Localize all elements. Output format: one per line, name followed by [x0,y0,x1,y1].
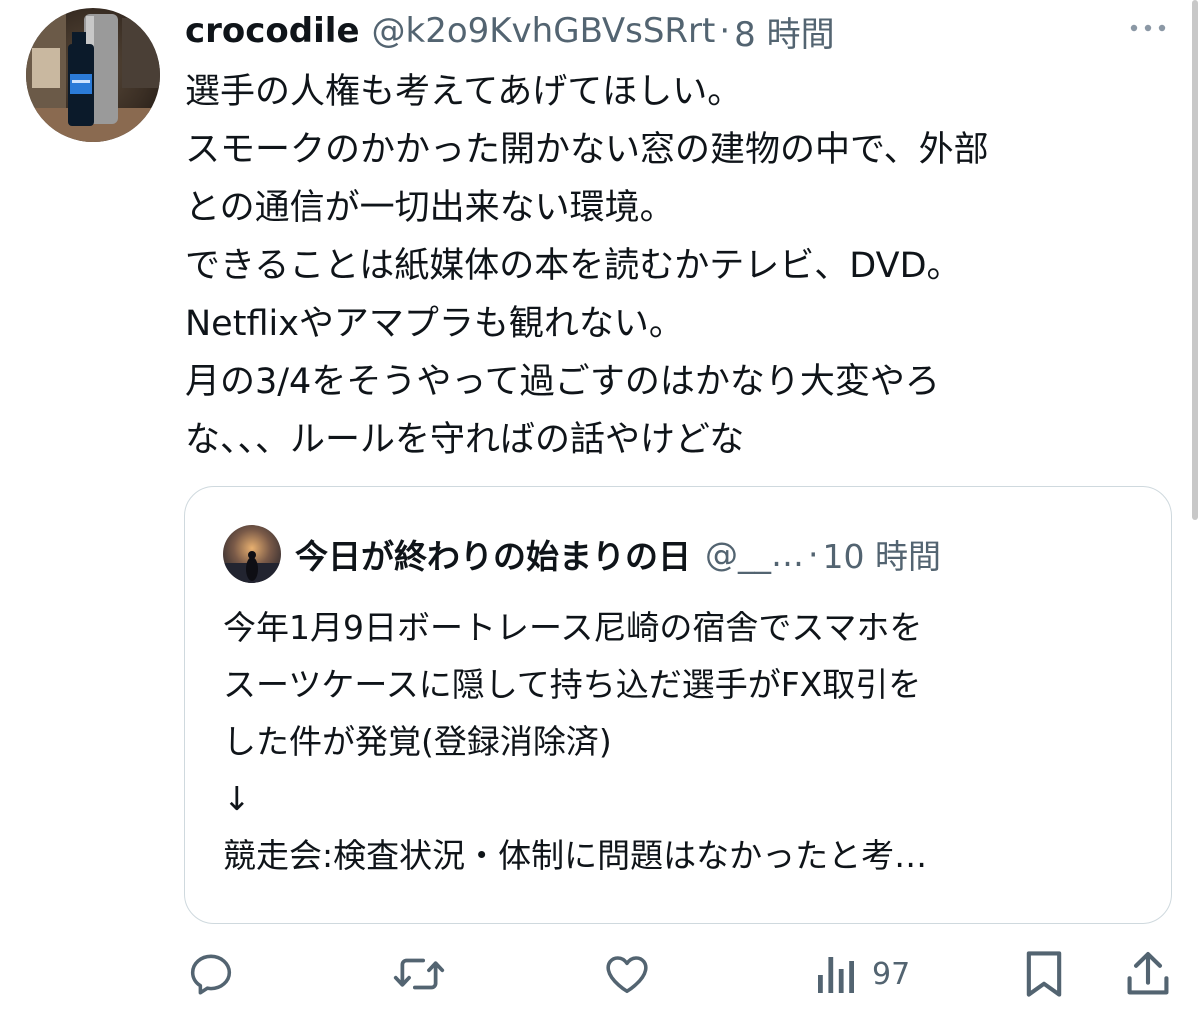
user-handle[interactable]: @k2o9KvhGBVsSRrt [372,11,716,51]
quoted-text-line: スーツケースに隠して持ち込だ選手がFX取引を [223,665,922,704]
quoted-text-line: した件が発覚(登録消除済) [223,722,612,761]
quoted-text-line: 今年1月9日ボートレース尼崎の宿舎でスマホを [223,608,923,647]
tweet-text-line: できることは紙媒体の本を読むかテレビ、DVD。 [185,246,962,286]
like-button[interactable] [602,948,652,1000]
retweet-button[interactable] [392,948,446,1000]
scrollbar[interactable] [1190,0,1200,525]
tweet-header: crocodile @k2o9KvhGBVsSRrt · 8 時間 [185,6,835,56]
tweet-text-line: スモークのかかった開かない窓の建物の中で、外部 [185,130,989,170]
heart-icon [606,956,648,994]
timestamp[interactable]: 8 時間 [734,7,834,56]
quoted-header: 今日が終わりの始まりの日 @__… · 10 時間 [295,529,941,579]
quoted-avatar-photo [223,525,281,583]
retweet-icon [393,958,445,990]
separator-dot: · [719,11,731,51]
views-count: 97 [872,956,911,992]
views-button[interactable]: 97 [814,948,910,1000]
tweet-text-line: との通信が一切出来ない環境。 [185,188,675,228]
views-icon [818,957,854,993]
avatar-photo [26,8,160,142]
scrollbar-thumb[interactable] [1192,0,1198,520]
tweet-text: 選手の人権も考えてあげてほしい。 スモークのかかった開かない窓の建物の中で、外部… [185,63,1175,469]
separator-dot: · [808,534,819,574]
share-icon [1127,952,1169,995]
share-button[interactable] [1124,948,1172,1000]
tweet-text-line: Netflixやアマプラも観れない。 [185,304,684,344]
quoted-timestamp[interactable]: 10 時間 [823,530,941,578]
quoted-user-handle[interactable]: @__… [705,535,804,574]
avatar[interactable] [26,8,160,142]
quoted-text: 今年1月9日ボートレース尼崎の宿舎でスマホを スーツケースに隠して持ち込だ選手が… [223,599,1143,884]
more-options-button[interactable] [1124,8,1172,48]
quoted-display-name[interactable]: 今日が終わりの始まりの日 [295,530,691,578]
more-icon [1130,24,1166,32]
quoted-avatar[interactable] [223,525,281,583]
quoted-text-line: ↓ [223,779,251,818]
action-bar: 97 [0,940,1200,1010]
tweet-text-line: 月の3/4をそうやって過ごすのはかなり大変やろ [185,362,940,402]
quoted-text-line: 競走会:検査状況・体制に問題はなかったと考… [223,836,928,875]
tweet[interactable]: crocodile @k2o9KvhGBVsSRrt · 8 時間 選手の人権も… [0,0,1200,1018]
tweet-text-line: な、、、ルールを守ればの話やけどな [185,420,745,460]
bookmark-icon [1026,951,1062,997]
reply-icon [190,954,232,995]
tweet-text-line: 選手の人権も考えてあげてほしい。 [185,72,743,112]
bookmark-button[interactable] [1022,948,1066,1000]
reply-button[interactable] [186,948,236,1000]
display-name[interactable]: crocodile [185,11,360,51]
quoted-tweet[interactable]: 今日が終わりの始まりの日 @__… · 10 時間 今年1月9日ボートレース尼崎… [184,486,1172,924]
